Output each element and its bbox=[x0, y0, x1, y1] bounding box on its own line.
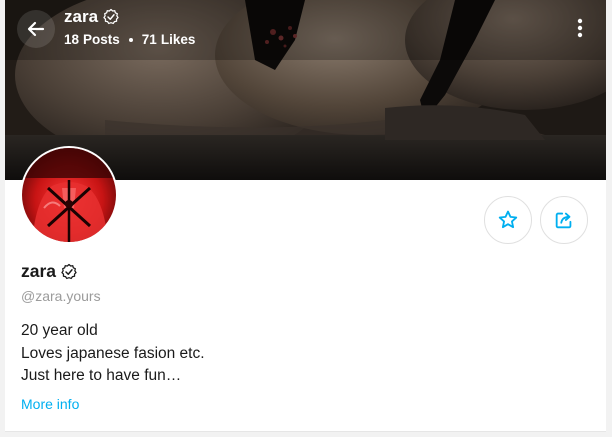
avatar[interactable] bbox=[20, 146, 118, 244]
profile-bio: 20 year old Loves japanese fasion etc. J… bbox=[21, 320, 205, 388]
profile-name-text: zara bbox=[21, 261, 57, 281]
favorite-button[interactable] bbox=[484, 196, 532, 244]
share-icon bbox=[555, 212, 572, 229]
right-rail bbox=[606, 0, 612, 437]
bio-line: 20 year old bbox=[21, 322, 98, 339]
profile-handle: @zara.yours bbox=[21, 288, 101, 304]
arrow-left-icon bbox=[27, 21, 45, 37]
more-vertical-icon bbox=[577, 18, 583, 38]
header-stats: 18 Posts 71 Likes bbox=[64, 32, 195, 47]
verified-badge-icon bbox=[61, 263, 77, 279]
likes-count: 71 bbox=[141, 32, 157, 47]
profile-name: zara bbox=[21, 261, 78, 282]
more-options-button[interactable] bbox=[566, 14, 594, 42]
section-divider bbox=[5, 431, 606, 437]
bio-line: Just here to have fun… bbox=[21, 367, 182, 384]
back-button[interactable] bbox=[17, 10, 55, 48]
star-icon bbox=[498, 210, 518, 229]
verified-badge-icon bbox=[103, 8, 119, 25]
header-name: zara bbox=[64, 7, 99, 26]
posts-count: 18 bbox=[64, 32, 80, 47]
bio-line: Loves japanese fasion etc. bbox=[21, 344, 205, 362]
avatar-image bbox=[22, 148, 116, 242]
profile-page: zara 18 Posts 71 Likes zara @zara.yours … bbox=[0, 0, 612, 437]
more-info-link[interactable]: More info bbox=[21, 396, 79, 412]
posts-label: Posts bbox=[83, 32, 120, 47]
separator-dot bbox=[128, 37, 133, 42]
likes-label: Likes bbox=[160, 32, 196, 47]
avatar-photo bbox=[22, 148, 116, 242]
share-button[interactable] bbox=[540, 196, 588, 244]
header-title: zara bbox=[64, 7, 120, 27]
